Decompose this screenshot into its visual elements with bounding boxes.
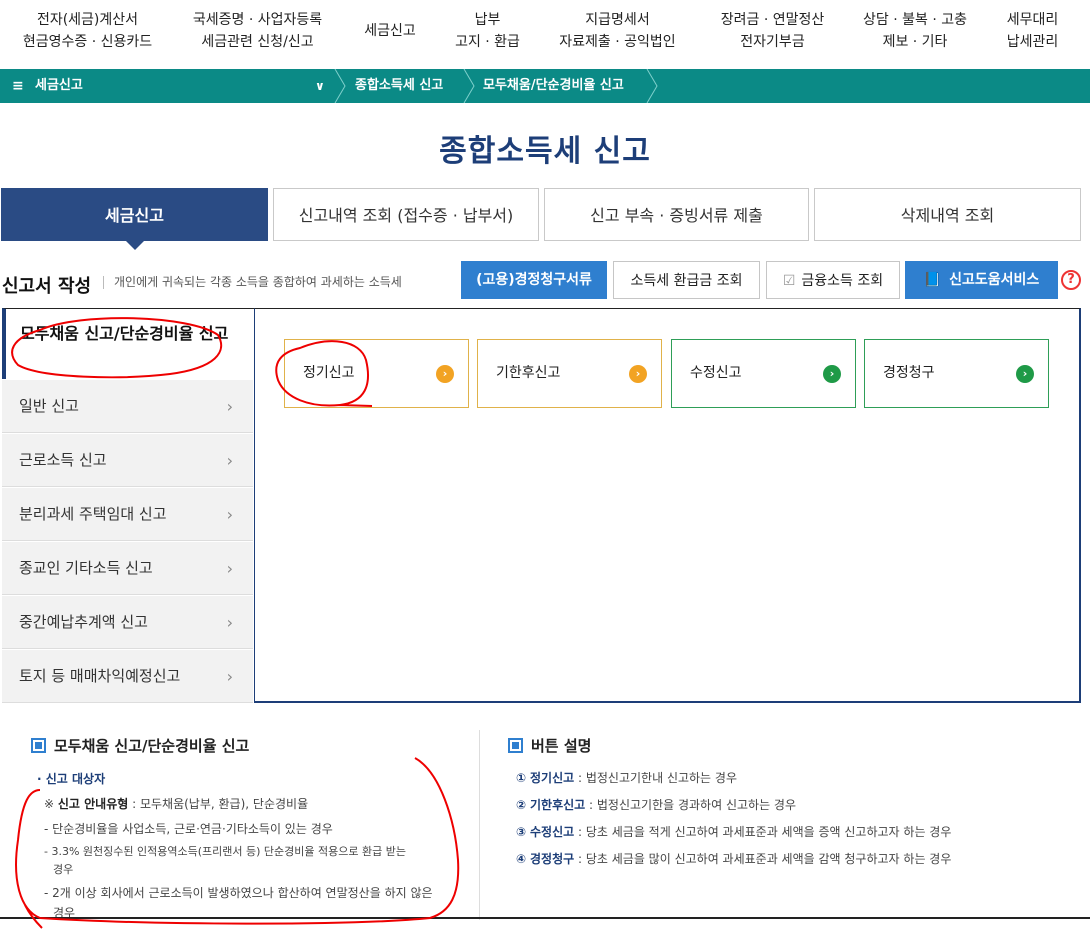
info-divider	[479, 730, 480, 920]
refund-lookup-button[interactable]: 소득세 환급금 조회	[613, 261, 760, 299]
info-left-title: 모두채움 신고/단순경비율 신고	[31, 735, 249, 756]
breadcrumb-level2[interactable]: 종합소득세 신고	[355, 69, 443, 103]
regular-filing-card[interactable]: 정기신고 ›	[284, 339, 469, 408]
nav-consulting[interactable]: 상담 · 불복 · 고충 제보 · 기타	[855, 9, 975, 53]
button-desc-row: ② 기한후신고 : 법정신고기한을 경과하여 신고하는 경우	[516, 798, 796, 812]
hamburger-menu-icon[interactable]: ≡	[12, 69, 24, 103]
target-line: - 3.3% 원천징수된 인적용역소득(프리랜서 등) 단순경비율 적용으로 환…	[44, 845, 406, 858]
tab-tax-filing[interactable]: 세금신고	[1, 188, 268, 250]
nav-e-invoice[interactable]: 전자(세금)계산서 현금영수증 · 신용카드	[20, 9, 155, 53]
breadcrumb-separator-icon	[645, 69, 659, 103]
target-line: - 2개 이상 회사에서 근로소득이 발생하였으나 합산하여 연말정산을 하지 …	[44, 886, 433, 900]
breadcrumb: ≡ 세금신고 ∨ 종합소득세 신고 모두채움/단순경비율 신고	[0, 69, 1090, 103]
amended-filing-card[interactable]: 수정신고 ›	[671, 339, 856, 408]
button-desc-row: ④ 경정청구 : 당초 세금을 많이 신고하여 과세표준과 세액을 감액 청구하…	[516, 852, 952, 866]
checkbox-doc-icon: ☑	[782, 273, 796, 289]
nav-payment[interactable]: 납부 고지 · 환급	[445, 9, 530, 53]
refund-claim-card[interactable]: 경정청구 ›	[864, 339, 1049, 408]
left-menu-item[interactable]: 분리과세 주택임대 신고 ›	[2, 488, 253, 541]
arrow-right-icon: ›	[1016, 365, 1034, 383]
guide-type-line: ※ 신고 안내유형 : 모두채움(납부, 환급), 단순경비율	[44, 797, 309, 811]
chevron-right-icon: ›	[226, 505, 233, 524]
chevron-right-icon: ›	[226, 559, 233, 578]
bottom-border	[0, 917, 1090, 919]
correction-docs-button[interactable]: (고용)경정청구서류	[461, 261, 607, 299]
left-menu-item[interactable]: 종교인 기타소득 신고 ›	[2, 542, 253, 595]
tab-deleted-history[interactable]: 삭제내역 조회	[814, 188, 1081, 241]
breadcrumb-menu-label[interactable]: 세금신고	[35, 69, 83, 103]
left-menu-item[interactable]: 중간예납추계액 신고 ›	[2, 596, 253, 649]
breadcrumb-separator-icon	[333, 69, 347, 103]
breadcrumb-separator-icon	[462, 69, 476, 103]
late-filing-card[interactable]: 기한후신고 ›	[477, 339, 662, 408]
top-navigation: 전자(세금)계산서 현금영수증 · 신용카드 국세증명 · 사업자등록 세금관련 신…	[0, 0, 1090, 69]
chevron-down-icon[interactable]: ∨	[315, 69, 325, 103]
arrow-right-icon: ›	[823, 365, 841, 383]
financial-income-button[interactable]: ☑ 금융소득 조회	[766, 261, 900, 299]
nav-tax-agent[interactable]: 세무대리 납세관리	[995, 9, 1070, 53]
arrow-right-icon: ›	[436, 365, 454, 383]
tab-filing-history[interactable]: 신고내역 조회 (접수증 · 납부서)	[273, 188, 539, 241]
left-menu-active-item[interactable]: 모두채움 신고/단순경비율 신고	[2, 308, 255, 379]
breadcrumb-level3[interactable]: 모두채움/단순경비율 신고	[483, 69, 624, 103]
left-menu-item[interactable]: 일반 신고 ›	[2, 380, 253, 433]
target-label: · 신고 대상자	[37, 772, 106, 786]
button-desc-row: ① 정기신고 : 법정신고기한내 신고하는 경우	[516, 771, 737, 785]
tab-attachments[interactable]: 신고 부속 · 증빙서류 제출	[544, 188, 809, 241]
left-menu-item[interactable]: 근로소득 신고 ›	[2, 434, 253, 487]
help-icon[interactable]: ?	[1061, 270, 1081, 290]
square-bullet-icon	[508, 738, 523, 753]
nav-incentives[interactable]: 장려금 · 연말정산 전자기부금	[705, 9, 840, 53]
help-service-button[interactable]: 📘 신고도움서비스	[905, 261, 1058, 299]
info-right-title: 버튼 설명	[508, 735, 591, 756]
chevron-right-icon: ›	[226, 451, 233, 470]
button-desc-row: ③ 수정신고 : 당초 세금을 적게 신고하여 과세표준과 세액을 증액 신고하…	[516, 825, 952, 839]
chevron-right-icon: ›	[226, 613, 233, 632]
book-icon: 📘	[923, 272, 942, 288]
nav-certificates[interactable]: 국세증명 · 사업자등록 세금관련 신청/신고	[185, 9, 330, 53]
nav-statements[interactable]: 지급명세서 자료제출 · 공익법인	[550, 9, 685, 53]
page-title: 종합소득세 신고	[439, 134, 651, 169]
nav-tax-filing[interactable]: 세금신고	[355, 20, 425, 42]
target-line: - 단순경비율을 사업소득, 근로·연금·기타소득이 있는 경우	[44, 822, 333, 836]
arrow-right-icon: ›	[629, 365, 647, 383]
left-menu: 모두채움 신고/단순경비율 신고 일반 신고 › 근로소득 신고 › 분리과세 주택…	[2, 308, 255, 704]
chevron-right-icon: ›	[226, 667, 233, 686]
section-title: 신고서 작성	[2, 276, 92, 297]
square-bullet-icon	[31, 738, 46, 753]
section-description: 개인에게 귀속되는 각종 소득을 종합하여 과세하는 소득세	[103, 276, 402, 289]
chevron-right-icon: ›	[226, 397, 233, 416]
left-menu-item[interactable]: 토지 등 매매차익예정신고 ›	[2, 650, 253, 703]
active-tab-caret	[124, 240, 145, 250]
target-line: 경우	[53, 863, 74, 876]
